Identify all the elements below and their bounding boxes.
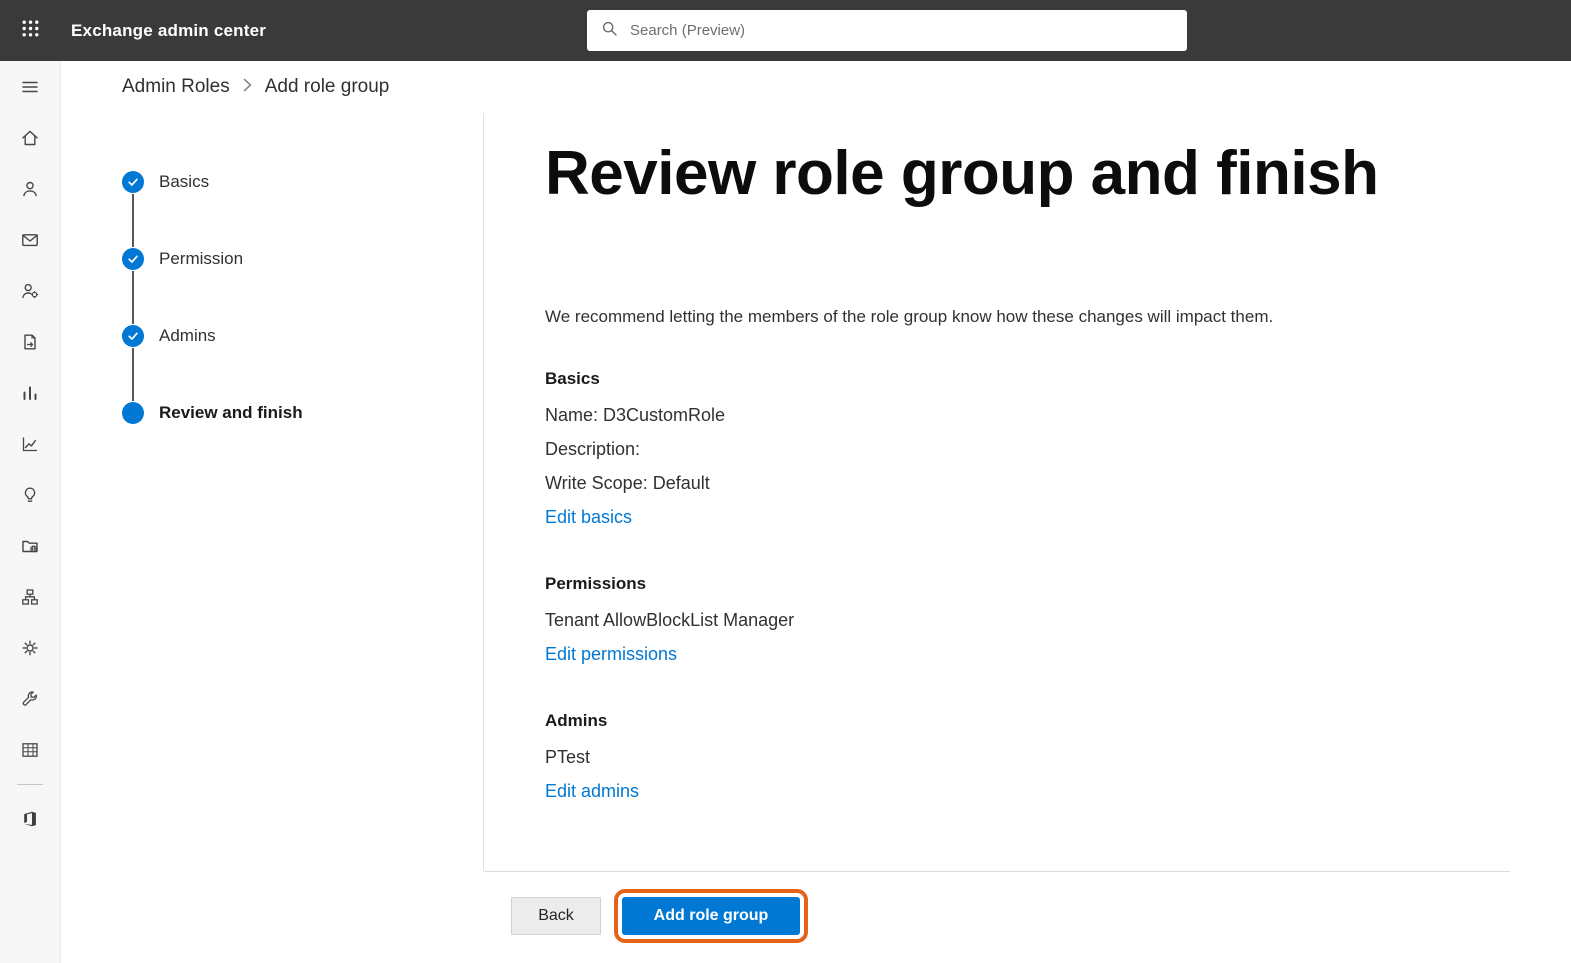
home-icon[interactable] bbox=[20, 128, 40, 148]
footer-actions: Back Add role group bbox=[511, 889, 808, 943]
review-section-basics: Basics Name: D3CustomRole Description: W… bbox=[545, 369, 1571, 534]
menu-icon[interactable] bbox=[20, 77, 40, 97]
step-completed-icon bbox=[122, 171, 144, 193]
add-role-group-button[interactable]: Add role group bbox=[622, 897, 800, 935]
review-section-permissions: Permissions Tenant AllowBlockList Manage… bbox=[545, 574, 1571, 671]
section-heading: Permissions bbox=[545, 574, 1571, 594]
step-label: Permission bbox=[159, 249, 243, 269]
step-connector bbox=[132, 194, 134, 247]
app-launcher-button[interactable] bbox=[0, 0, 61, 61]
waffle-icon bbox=[21, 19, 40, 43]
breadcrumb-add-role-group: Add role group bbox=[265, 76, 390, 98]
step-connector bbox=[132, 348, 134, 401]
review-panel: Review role group and finish We recommen… bbox=[484, 113, 1571, 871]
public-folders-icon[interactable] bbox=[20, 536, 40, 556]
app-title: Exchange admin center bbox=[71, 21, 266, 41]
step-review-and-finish[interactable]: Review and finish bbox=[122, 402, 303, 424]
wizard-stepper: Basics Permission Admins Review and fini… bbox=[61, 113, 484, 871]
annotation-highlight-ring: Add role group bbox=[614, 889, 808, 943]
edit-permissions-link[interactable]: Edit permissions bbox=[545, 637, 677, 671]
edit-admins-link[interactable]: Edit admins bbox=[545, 774, 639, 808]
rail-divider bbox=[17, 784, 43, 785]
review-line-name: Name: D3CustomRole bbox=[545, 398, 1571, 432]
review-line-write-scope: Write Scope: Default bbox=[545, 466, 1571, 500]
left-nav-rail bbox=[0, 61, 61, 963]
wrench-icon[interactable] bbox=[20, 689, 40, 709]
step-connector bbox=[132, 271, 134, 324]
recipients-icon[interactable] bbox=[20, 179, 40, 199]
back-button[interactable]: Back bbox=[511, 897, 601, 935]
review-section-admins: Admins PTest Edit admins bbox=[545, 711, 1571, 808]
step-label: Review and finish bbox=[159, 403, 303, 423]
page-title: Review role group and finish bbox=[545, 140, 1571, 208]
step-current-icon bbox=[122, 402, 144, 424]
review-line-description: Description: bbox=[545, 432, 1571, 466]
step-completed-icon bbox=[122, 248, 144, 270]
roles-icon[interactable] bbox=[20, 281, 40, 301]
settings-gear-icon[interactable] bbox=[20, 638, 40, 658]
step-basics[interactable]: Basics bbox=[122, 171, 209, 193]
search-input[interactable] bbox=[628, 10, 1173, 51]
step-admins[interactable]: Admins bbox=[122, 325, 216, 347]
mail-flow-icon[interactable] bbox=[20, 332, 40, 352]
step-completed-icon bbox=[122, 325, 144, 347]
review-line-permission: Tenant AllowBlockList Manager bbox=[545, 603, 1571, 637]
intro-text: We recommend letting the members of the … bbox=[545, 305, 1290, 329]
insights-icon[interactable] bbox=[20, 434, 40, 454]
section-heading: Admins bbox=[545, 711, 1571, 731]
organization-icon[interactable] bbox=[20, 587, 40, 607]
step-permission[interactable]: Permission bbox=[122, 248, 243, 270]
review-line-admin: PTest bbox=[545, 740, 1571, 774]
office-logo-icon[interactable] bbox=[20, 809, 40, 829]
mail-icon[interactable] bbox=[20, 230, 40, 250]
step-label: Basics bbox=[159, 172, 209, 192]
breadcrumb-admin-roles[interactable]: Admin Roles bbox=[122, 76, 230, 98]
table-grid-icon[interactable] bbox=[20, 740, 40, 760]
search-box[interactable] bbox=[587, 10, 1187, 51]
search-icon bbox=[601, 20, 618, 42]
footer-divider bbox=[484, 871, 1510, 872]
lightbulb-icon[interactable] bbox=[20, 485, 40, 505]
edit-basics-link[interactable]: Edit basics bbox=[545, 500, 632, 534]
reports-icon[interactable] bbox=[20, 383, 40, 403]
top-bar: Exchange admin center bbox=[0, 0, 1571, 61]
breadcrumb: Admin Roles Add role group bbox=[122, 61, 389, 113]
chevron-right-icon bbox=[243, 76, 252, 98]
section-heading: Basics bbox=[545, 369, 1571, 389]
step-label: Admins bbox=[159, 326, 216, 346]
